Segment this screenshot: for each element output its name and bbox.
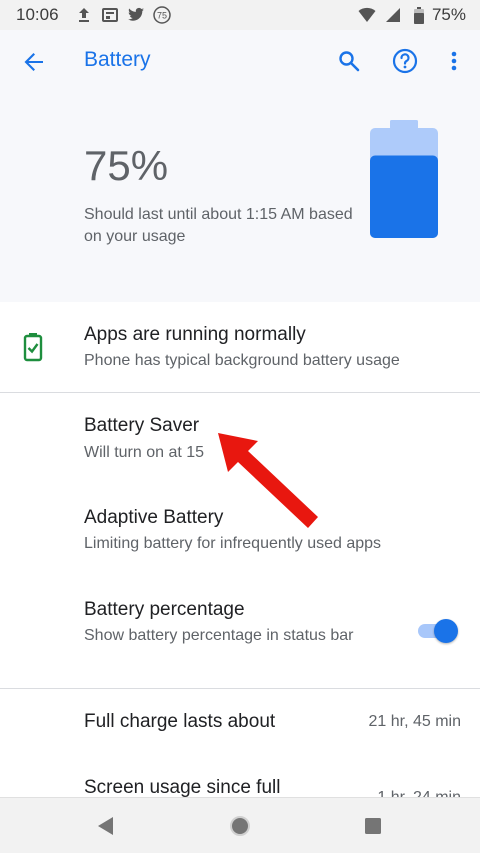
battery-percentage-subtitle: Show battery percentage in status bar [84,627,354,644]
battery-icon [410,6,428,24]
badge-75-text: 75 [157,11,167,21]
adaptive-battery-item[interactable]: Adaptive Battery Limiting battery for in… [0,485,480,575]
badge-75-icon: 75 [152,6,171,24]
nav-recents-icon[interactable] [361,814,385,838]
battery-saver-item[interactable]: Battery Saver Will turn on at 15 [0,393,480,483]
signal-icon [384,6,402,24]
battery-percentage-title: Battery percentage [84,599,245,620]
back-arrow-icon[interactable] [20,48,48,76]
app-bar: Battery [0,30,480,92]
battery-graphic-fill [370,155,438,238]
more-vert-icon[interactable] [439,46,469,76]
battery-percentage-toggle[interactable] [418,618,458,644]
toggle-knob [434,619,458,643]
battery-graphic-icon [370,120,438,238]
screen-usage-label: Screen usage since full [84,777,281,797]
page-title: Battery [84,48,151,71]
help-icon[interactable] [390,46,420,76]
status-bar: 10:06 75 75% [0,0,480,30]
nav-home-icon[interactable] [228,814,252,838]
battery-saver-title: Battery Saver [84,415,200,436]
news-icon [101,6,119,24]
status-right-group: 75% [358,5,466,25]
screen-usage-row: Screen usage since full 1 hr, 24 min [0,755,480,797]
full-charge-value: 21 hr, 45 min [368,713,462,730]
full-charge-label: Full charge lasts about [84,711,276,732]
nav-back-icon[interactable] [94,814,118,838]
battery-ok-icon [22,332,44,362]
status-battery-percent: 75% [431,5,466,24]
full-charge-row: Full charge lasts about 21 hr, 45 min [0,689,480,755]
status-subtitle: Phone has typical background battery usa… [84,352,400,369]
battery-summary: 75% Should last until about 1:15 AM base… [0,92,480,302]
twitter-icon [127,6,145,24]
battery-percentage-item[interactable]: Battery percentage Show battery percenta… [0,577,480,687]
battery-status-item[interactable]: Apps are running normally Phone has typi… [0,302,480,392]
battery-saver-subtitle: Will turn on at 15 [84,444,205,461]
battery-graphic-cap [390,120,418,129]
navigation-bar [0,797,480,853]
status-time: 10:06 [16,5,59,24]
battery-estimate: Should last until about 1:15 AM based on… [84,206,353,245]
adaptive-battery-subtitle: Limiting battery for infrequently used a… [84,535,382,552]
status-title: Apps are running normally [84,324,306,345]
wifi-icon [358,6,376,24]
adaptive-battery-title: Adaptive Battery [84,507,224,528]
search-icon[interactable] [334,46,364,76]
screen-usage-value: 1 hr, 24 min [377,789,461,797]
upload-icon [75,6,93,24]
battery-level: 75% [84,142,169,189]
